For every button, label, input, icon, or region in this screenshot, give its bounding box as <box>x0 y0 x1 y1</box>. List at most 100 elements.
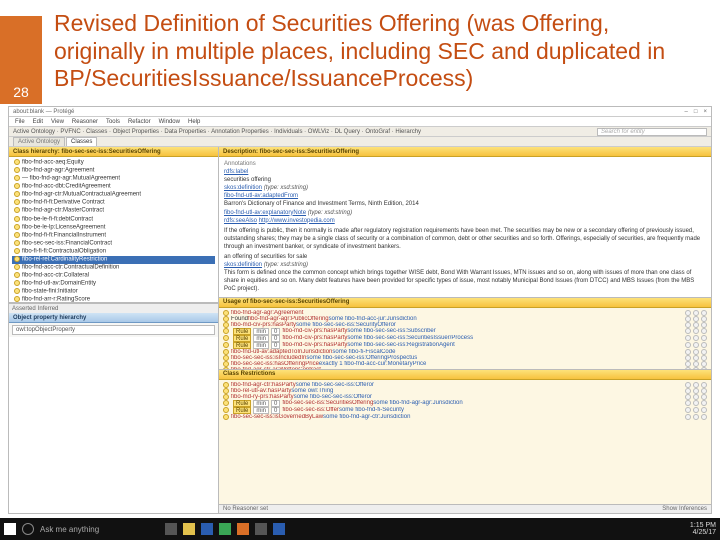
axiom-row[interactable]: Rulemin0fibo-sec-sec-iss:Offer some fibo… <box>223 407 707 414</box>
status-right[interactable]: Show Inferences <box>662 505 707 513</box>
window-maximize-button[interactable]: □ <box>694 109 698 115</box>
edge-icon[interactable] <box>201 523 213 535</box>
tree-item[interactable]: fibo-be-le-lp:LicenseAgreement <box>12 224 215 232</box>
row-action-icon[interactable] <box>701 400 707 406</box>
row-action-icon[interactable] <box>693 342 699 348</box>
task-view-icon[interactable] <box>165 523 177 535</box>
row-action-icon[interactable] <box>701 342 707 348</box>
axiom-row[interactable]: Rulemin0fibo-md-civ-prs:hasParty some fi… <box>223 328 707 335</box>
app-icon[interactable] <box>255 523 267 535</box>
axiom-row[interactable]: Rulemin0fibo-md-civ-prs:hasParty some fi… <box>223 342 707 349</box>
tree-item[interactable]: fibo-state-fini:Initiator <box>12 288 215 296</box>
tree-tab-inferred[interactable]: Inferred <box>38 306 59 312</box>
menu-file[interactable]: File <box>15 119 25 125</box>
explanatory-note-prop[interactable]: fibo-fnd-utl-av:explanatoryNote <box>224 210 306 216</box>
row-action-icon[interactable] <box>693 367 699 369</box>
tab-classes[interactable]: Classes <box>66 137 97 146</box>
class-ref[interactable]: some fibo-sec-sec-iss:RegistrationAgent <box>347 342 454 348</box>
row-action-icon[interactable] <box>685 322 691 328</box>
tree-item[interactable]: fibo-fnd-agr-agr:Agreement <box>12 167 215 175</box>
axiom-row[interactable]: fibo-fnd-agr-ctr-ar:WrittenContract <box>223 367 707 369</box>
property-ref[interactable]: fibo-md-civ-prs:hasParty <box>282 342 347 348</box>
tree-item[interactable]: fibo-rel-rel:CardinalityRestriction <box>12 256 215 264</box>
adapted-from-prop[interactable]: fibo-fnd-utl-av:adaptedFrom <box>224 193 298 199</box>
usage-body[interactable]: fibo-fnd-agr-agr:AgreementFound fibo-fnd… <box>219 308 711 369</box>
menu-window[interactable]: Window <box>159 119 180 125</box>
row-action-icon[interactable] <box>693 328 699 334</box>
class-ref[interactable]: some fibo-sec-sec-iss:Offeror <box>294 394 372 400</box>
menu-view[interactable]: View <box>51 119 64 125</box>
skos-definition-prop[interactable]: skos:definition <box>224 185 262 191</box>
tree-item[interactable]: fibo-fnd-acc-dbt:CreditAgreement <box>12 183 215 191</box>
start-button[interactable] <box>4 523 16 535</box>
property-ref[interactable]: fibo-sec-sec-iss:SecuritiesOffering <box>282 400 373 406</box>
tree-item[interactable]: fibo-fnd-acc-ctr:ContractualDefinition <box>12 264 215 272</box>
class-ref[interactable]: some fibo-fnd-agr-agr:Jurisdiction <box>373 400 462 406</box>
tree-item[interactable]: fibo-fnd-agr-ctr:MutualContractualAgreem… <box>12 191 215 199</box>
row-action-icon[interactable] <box>693 407 699 413</box>
class-ref[interactable]: some fibo-sec-sec-iss:SecuritiesIssuer/P… <box>347 335 473 341</box>
window-close-button[interactable]: × <box>703 109 707 115</box>
row-action-icon[interactable] <box>693 335 699 341</box>
row-action-icon[interactable] <box>693 322 699 328</box>
row-action-icon[interactable] <box>693 394 699 400</box>
row-action-icon[interactable] <box>701 394 707 400</box>
property-ref[interactable]: fibo-md-civ-prs:hasParty <box>282 328 347 334</box>
system-clock[interactable]: 1:15 PM 4/25/17 <box>690 522 716 536</box>
tab-active-ontology[interactable]: Active Ontology <box>13 137 65 146</box>
axiom-row[interactable]: Rulemin0fibo-md-civ-prs:hasParty some fi… <box>223 335 707 342</box>
class-ref[interactable]: exactly 1 fibo-fnd-acc-cur:MonetaryPrice <box>319 361 426 367</box>
taskbar-pinned-apps[interactable] <box>165 523 285 535</box>
row-action-icon[interactable] <box>685 400 691 406</box>
file-explorer-icon[interactable] <box>183 523 195 535</box>
tree-item[interactable]: fibo-sec-sec-iss:FinancialContract <box>12 240 215 248</box>
tree-item[interactable]: fibo-fnd-agr-ctr:MasterContract <box>12 207 215 215</box>
row-action-icon[interactable] <box>693 400 699 406</box>
tree-item[interactable]: fibo-fnd-acc-ctr:Collateral <box>12 272 215 280</box>
row-action-icon[interactable] <box>693 414 699 420</box>
axiom-row[interactable]: Rulemin0fibo-sec-sec-iss:SecuritiesOffer… <box>223 400 707 407</box>
row-action-icon[interactable] <box>701 367 707 369</box>
class-ref[interactable]: some fibo-sec-sec-iss:Subscriber <box>347 328 435 334</box>
entity-search-input[interactable]: Search for entity <box>597 128 707 136</box>
tree-item[interactable]: fibo-be-le-fi-fi:debtContract <box>12 216 215 224</box>
rdfs-label-prop[interactable]: rdfs:label <box>224 169 248 175</box>
row-action-icon[interactable] <box>701 407 707 413</box>
menu-tools[interactable]: Tools <box>106 119 120 125</box>
windows-taskbar[interactable]: Ask me anything 1:15 PM 4/25/17 <box>0 518 720 540</box>
menu-help[interactable]: Help <box>188 119 200 125</box>
skos-definition-prop-2[interactable]: skos:definition <box>224 262 262 268</box>
class-hierarchy-tree[interactable]: fibo-fnd-acc-aeq:Equityfibo-fnd-agr-agr:… <box>9 157 218 303</box>
class-ref[interactable]: some fibo-sec-sec-iss:SecurityOfferor <box>296 322 396 328</box>
tree-item[interactable]: — fibo-fnd-agr-agr:MutualAgreement <box>12 175 215 183</box>
office-icon[interactable] <box>237 523 249 535</box>
tree-item[interactable]: fibo-fnd-fi-fi:Derivative Contract <box>12 199 215 207</box>
see-also-link[interactable]: http://www.investopedia.com <box>259 218 335 224</box>
object-property-dropdown[interactable]: owl:topObjectProperty <box>12 325 215 335</box>
row-action-icon[interactable] <box>701 414 707 420</box>
row-action-icon[interactable] <box>701 335 707 341</box>
class-ref[interactable]: some fibo-fnd-agr-ctr:Jurisdiction <box>323 414 410 420</box>
app-icon-2[interactable] <box>273 523 285 535</box>
tree-item[interactable]: fibo-fnd-arr-r:RatingScore <box>12 296 215 303</box>
tree-item[interactable]: fibo-fi-fi-fi:ContractualObligation <box>12 248 215 256</box>
tree-item[interactable]: fibo-fnd-fi-fi:FinancialInstrument <box>12 232 215 240</box>
property-ref[interactable]: fibo-sec-sec-iss:Offer <box>282 407 339 413</box>
taskbar-search-input[interactable]: Ask me anything <box>40 525 99 534</box>
menu-edit[interactable]: Edit <box>33 119 43 125</box>
row-action-icon[interactable] <box>685 335 691 341</box>
restrictions-body[interactable]: fibo-fnd-agr-ctr:hasParty some fibo-sec-… <box>219 380 711 505</box>
see-also-prop[interactable]: rdfs:seeAlso <box>224 218 257 224</box>
row-action-icon[interactable] <box>685 394 691 400</box>
row-action-icon[interactable] <box>685 367 691 369</box>
row-action-icon[interactable] <box>685 328 691 334</box>
tree-item[interactable]: fibo-fnd-utl-av:DomainEntity <box>12 280 215 288</box>
row-action-icon[interactable] <box>685 414 691 420</box>
class-ref[interactable]: some fibo-fnd-fi-Security <box>339 407 404 413</box>
tree-tab-asserted[interactable]: Asserted <box>12 306 36 312</box>
store-icon[interactable] <box>219 523 231 535</box>
axiom-row[interactable]: fibo-sec-sec-iss:isGovernedByLaw some fi… <box>223 414 707 420</box>
property-ref[interactable]: fibo-md-civ-prs:hasParty <box>282 335 347 341</box>
menu-refactor[interactable]: Refactor <box>128 119 151 125</box>
row-action-icon[interactable] <box>701 328 707 334</box>
